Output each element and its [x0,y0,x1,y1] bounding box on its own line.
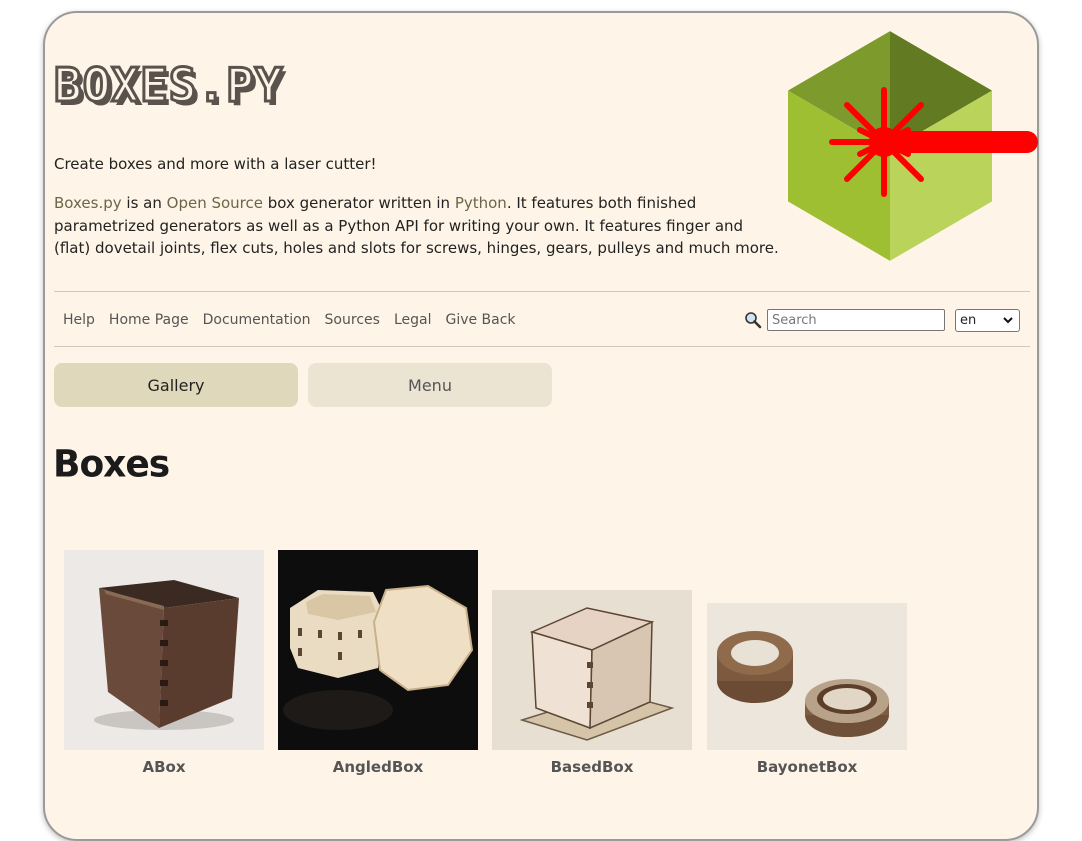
gallery-caption[interactable]: AngledBox [278,758,478,776]
section-title: Boxes [53,442,170,487]
angledbox-thumbnail[interactable] [278,550,478,750]
tab-gallery[interactable]: Gallery [54,363,298,407]
nav-documentation[interactable]: Documentation [203,312,311,328]
intro-text-2: box generator written in [263,194,455,212]
nav-sources[interactable]: Sources [325,312,380,328]
boxes-py-link[interactable]: Boxes.py [54,194,122,212]
divider-nav [54,346,1030,347]
magnifier-icon [745,312,762,329]
divider-top [54,291,1030,292]
language-selected: en [960,313,977,328]
tagline: Create boxes and more with a laser cutte… [54,155,377,173]
abox-thumbnail[interactable] [64,550,264,750]
tab-menu[interactable]: Menu [308,363,552,407]
gallery-caption[interactable]: ABox [64,758,264,776]
python-link[interactable]: Python [455,194,507,212]
search-input[interactable] [767,309,945,331]
nav-help[interactable]: Help [63,312,95,328]
basedbox-thumbnail[interactable] [492,590,692,750]
site-logo[interactable]: BOXES.PY [53,57,285,114]
main-nav: Help Home Page Documentation Sources Leg… [63,312,530,328]
nav-give-back[interactable]: Give Back [445,312,515,328]
bayonetbox-thumbnail[interactable] [707,603,907,750]
open-source-link[interactable]: Open Source [167,194,263,212]
intro-paragraph: Boxes.py is an Open Source box generator… [54,192,784,260]
language-select[interactable]: en [955,309,1020,332]
nav-legal[interactable]: Legal [394,312,432,328]
chevron-down-icon [1002,314,1014,329]
intro-text-1: is an [121,194,167,212]
laser-cube-logo-icon [786,30,1038,263]
gallery-caption[interactable]: BayonetBox [707,758,907,776]
nav-home-page[interactable]: Home Page [109,312,189,328]
gallery-caption[interactable]: BasedBox [492,758,692,776]
